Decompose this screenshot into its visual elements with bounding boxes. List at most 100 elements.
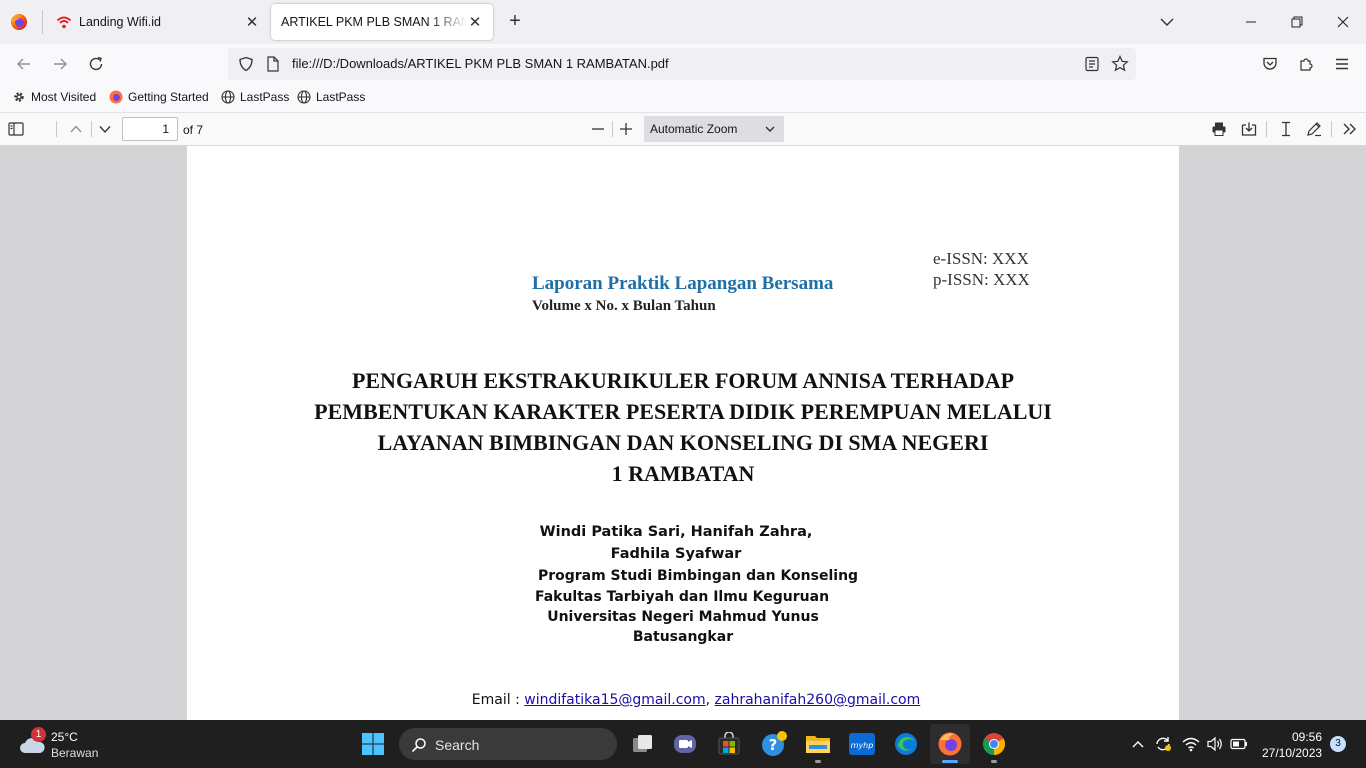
running-indicator [815,760,821,763]
bookmark-label: LastPass [316,90,366,104]
tab-title: ARTIKEL PKM PLB SMAN 1 RAMBATAN.pdf [281,15,467,29]
chrome-browser-icon[interactable] [978,728,1010,760]
toolbar-separator [1266,121,1267,137]
zoom-in-plus-icon[interactable] [617,120,635,138]
tab-pdf-article[interactable]: ARTIKEL PKM PLB SMAN 1 RAMBATAN.pdf ✕ [271,4,493,40]
pocket-icon[interactable] [1260,54,1280,74]
email-link[interactable]: windifatika15@gmail.com [524,692,705,708]
affiliation-line: Batusangkar [632,629,734,645]
affiliation-line: Program Studi Bimbingan dan Konseling [537,568,859,584]
globe-icon [297,90,311,104]
taskbar: 1 25°C Berawan Search ? myhp 09:56 27/10… [0,720,1366,768]
toolbar-separator [91,121,92,137]
show-hidden-icons-chevron-icon[interactable] [1131,737,1145,751]
reader-view-icon[interactable] [1084,56,1100,72]
microsoft-store-icon[interactable] [713,728,745,760]
zoom-select[interactable]: Automatic Zoom [644,116,784,142]
bookmarks-toolbar: Most Visited Getting Started LastPass La… [0,84,1366,113]
forward-arrow-icon[interactable] [50,54,70,74]
running-indicator [991,760,997,763]
title-line: PENGARUH EKSTRAKURIKULER FORUM ANNISA TE… [351,368,1015,393]
bookmark-most-visited[interactable]: Most Visited [12,90,96,104]
date: 27/10/2023 [1262,746,1323,760]
wifi-network-icon[interactable] [1182,736,1200,752]
minimize-icon[interactable] [1241,12,1261,32]
url-text[interactable]: file:///D:/Downloads/ARTIKEL PKM PLB SMA… [292,56,669,71]
save-download-icon[interactable] [1240,120,1258,138]
journal-volume: Volume x No. x Bulan Tahun [532,298,716,314]
gear-icon [14,92,24,102]
toggle-sidebar-icon[interactable] [7,120,25,138]
firefox-menu-icon[interactable] [10,13,28,31]
reload-icon[interactable] [86,54,106,74]
close-tab-icon[interactable]: ✕ [467,14,483,31]
navigation-toolbar: file:///D:/Downloads/ARTIKEL PKM PLB SMA… [0,44,1366,84]
text-tool-cursor-icon[interactable] [1277,120,1295,138]
app-menu-hamburger-icon[interactable] [1332,54,1352,74]
svg-text:myhp: myhp [851,741,874,750]
tab-landing-wifi[interactable]: Landing Wifi.id ✕ [44,4,270,40]
task-view-icon[interactable] [627,728,659,760]
previous-page-chevron-up-icon[interactable] [67,120,85,138]
author-line: Fadhila Syafwar [610,546,742,562]
list-all-tabs-chevron-icon[interactable] [1159,14,1175,30]
new-tab-plus-icon[interactable]: + [505,11,525,32]
svg-text:?: ? [769,736,778,754]
toolbar-separator [612,121,613,137]
close-window-icon[interactable] [1333,12,1353,32]
firefox-taskbar-icon[interactable] [934,728,966,760]
sync-cloud-icon[interactable] [1154,735,1172,753]
affiliation-line: Universitas Negeri Mahmud Yunus [547,609,819,625]
title-line: PEMBENTUKAN KARAKTER PESERTA DIDIK PEREM… [314,399,1052,424]
start-windows-icon[interactable] [357,728,389,760]
bookmark-label: LastPass [240,90,290,104]
next-page-chevron-down-icon[interactable] [96,120,114,138]
toolbar-separator [56,121,57,137]
toolbar-separator [1331,121,1332,137]
bookmark-lastpass-2[interactable]: LastPass [297,90,365,104]
weather-badge: 1 [31,727,46,742]
clock[interactable]: 09:56 27/10/2023 [1262,729,1322,761]
author-line: Windi Patika Sari, Hanifah Zahra, [539,524,813,540]
globe-icon [221,90,235,104]
bookmark-getting-started[interactable]: Getting Started [109,90,209,104]
restore-icon[interactable] [1287,12,1307,32]
page-number-input[interactable]: 1 [122,117,178,141]
email-link[interactable]: zahrahanifah260@gmail.com [715,692,921,708]
pdf-viewer-container[interactable]: e-ISSN: XXX p-ISSN: XXX Laporan Praktik … [0,146,1366,720]
meet-video-icon[interactable] [669,728,701,760]
running-indicator [942,760,958,763]
tab-title: Landing Wifi.id [79,15,161,29]
url-bar[interactable]: file:///D:/Downloads/ARTIKEL PKM PLB SMA… [228,48,1136,80]
get-help-icon[interactable]: ? [758,728,790,760]
back-arrow-icon[interactable] [14,54,34,74]
close-tab-icon[interactable]: ✕ [244,14,260,31]
tools-double-chevron-icon[interactable] [1341,120,1359,138]
bookmark-star-icon[interactable] [1111,55,1129,73]
edge-browser-icon[interactable] [890,728,922,760]
search-icon [411,738,426,753]
firefox-icon [109,90,123,104]
battery-icon[interactable] [1230,738,1248,750]
draw-pencil-icon[interactable] [1305,120,1323,138]
e-issn: e-ISSN: XXX [933,249,1029,268]
shield-tracking-protection-icon[interactable] [238,56,254,72]
hp-smart-icon[interactable]: myhp [846,728,878,760]
extensions-puzzle-icon[interactable] [1296,54,1316,74]
bookmark-lastpass[interactable]: LastPass [221,90,289,104]
journal-title: Laporan Praktik Lapangan Bersama [532,273,834,294]
p-issn: p-ISSN: XXX [933,270,1030,289]
page-count: of 7 [183,123,204,137]
title-line: LAYANAN BIMBINGAN DAN KONSELING DI SMA N… [377,430,989,455]
notification-count-badge[interactable]: 3 [1330,736,1346,752]
tab-strip: Landing Wifi.id ✕ ARTIKEL PKM PLB SMAN 1… [0,0,1366,44]
zoom-out-minus-icon[interactable] [589,120,607,138]
print-icon[interactable] [1210,120,1228,138]
page-document-icon[interactable] [266,56,280,72]
email-label: Email : [471,692,520,708]
email-separator: , [705,692,711,708]
temperature: 25°C [51,730,78,744]
taskbar-search[interactable]: Search [399,728,617,760]
volume-speaker-icon[interactable] [1206,736,1224,752]
file-explorer-icon[interactable] [802,728,834,760]
